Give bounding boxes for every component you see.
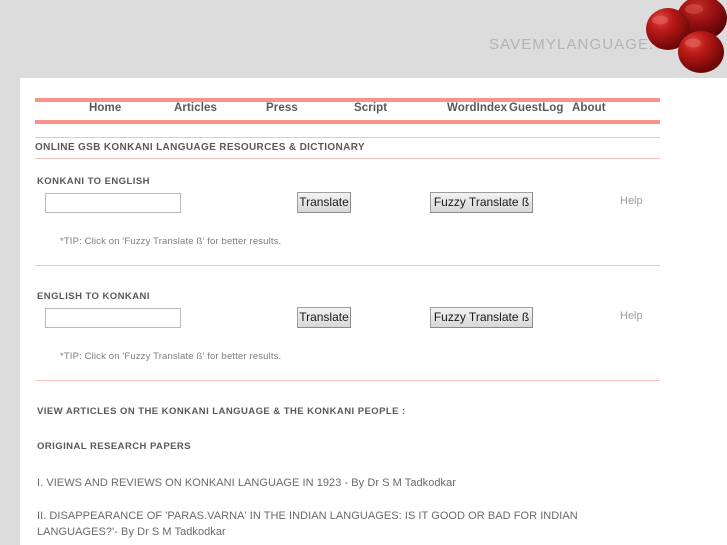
nav-item-guestlog[interactable]: GuestLog: [509, 102, 563, 114]
konkani-translate-button[interactable]: Translate: [297, 192, 351, 213]
red-spheres-logo-icon: [646, 0, 727, 73]
konkani-to-english-input[interactable]: [45, 193, 181, 213]
konkani-help-link[interactable]: Help: [620, 195, 643, 207]
nav-item-script[interactable]: Script: [354, 102, 387, 114]
site-header: SAVEMYLANGUAGE.OR: [0, 0, 727, 78]
english-tip-text: *TIP: Click on 'Fuzzy Translate ß' for b…: [60, 351, 282, 362]
section-title-rule-bottom: [35, 158, 660, 159]
english-to-konkani-input[interactable]: [45, 308, 181, 328]
english-translate-button[interactable]: Translate: [297, 307, 351, 328]
nav-item-about[interactable]: About: [572, 102, 606, 114]
konkani-to-english-label: KONKANI TO ENGLISH: [37, 176, 150, 187]
section-title-rule-top: [35, 137, 660, 138]
english-help-link[interactable]: Help: [620, 310, 643, 322]
nav-item-press[interactable]: Press: [266, 102, 298, 114]
main-navigation: Home Articles Press Script WordIndex Gue…: [35, 102, 660, 120]
nav-rule-bottom: [35, 120, 660, 124]
english-fuzzy-translate-button[interactable]: Fuzzy Translate ß: [430, 307, 533, 328]
page-title: ONLINE GSB KONKANI LANGUAGE RESOURCES & …: [35, 142, 365, 153]
article-entry-2[interactable]: II. DISAPPEARANCE OF 'PARAS.VARNA' IN TH…: [37, 508, 652, 540]
original-research-papers-heading: ORIGINAL RESEARCH PAPERS: [37, 441, 192, 452]
nav-item-articles[interactable]: Articles: [174, 102, 217, 114]
konkani-tip-text: *TIP: Click on 'Fuzzy Translate ß' for b…: [60, 236, 282, 247]
divider-rule-1: [35, 265, 660, 266]
article-entry-1[interactable]: I. VIEWS AND REVIEWS ON KONKANI LANGUAGE…: [37, 475, 652, 491]
view-articles-heading: VIEW ARTICLES ON THE KONKANI LANGUAGE & …: [37, 406, 406, 417]
konkani-fuzzy-translate-button[interactable]: Fuzzy Translate ß: [430, 192, 533, 213]
nav-item-home[interactable]: Home: [89, 102, 121, 114]
english-to-konkani-label: ENGLISH TO KONKANI: [37, 291, 150, 302]
nav-item-wordindex[interactable]: WordIndex: [447, 102, 507, 114]
content-panel: Home Articles Press Script WordIndex Gue…: [20, 78, 727, 545]
divider-rule-2: [35, 380, 660, 381]
